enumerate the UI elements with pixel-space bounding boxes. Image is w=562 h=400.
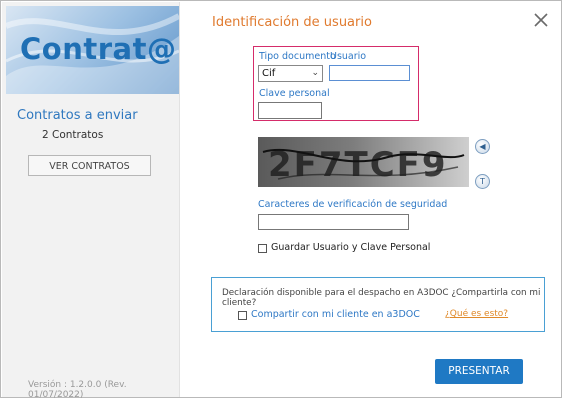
help-link[interactable]: ¿Qué es esto? [445,309,508,319]
captcha-image: 2F7TCF9 [258,137,469,187]
contracts-title: Contratos a enviar [17,108,138,123]
remember-label: Guardar Usuario y Clave Personal [271,242,431,253]
speaker-icon[interactable]: ◀ [475,139,490,154]
tipo-documento-select[interactable]: Cif ⌄ [258,65,323,82]
declaration-text: Declaración disponible para el despacho … [222,288,541,308]
usuario-label: Usuario [330,51,367,62]
clave-personal-label: Clave personal [259,88,330,99]
security-code-input[interactable] [258,214,409,230]
share-checkbox[interactable] [238,311,247,320]
dialog-window: Contrat@ Contratos a enviar 2 Contratos … [0,0,562,400]
contracts-count: 2 Contratos [42,129,104,141]
view-contracts-button[interactable]: VER CONTRATOS [28,155,151,176]
version-label: Versión : 1.2.0.0 (Rev. 01/07/2022) [28,380,127,400]
dialog-title: Identificación de usuario [212,15,372,30]
clave-personal-input[interactable] [258,102,322,119]
chevron-down-icon: ⌄ [311,68,319,78]
refresh-icon[interactable]: T [475,174,490,189]
sidebar: Contrat@ Contratos a enviar 2 Contratos … [2,2,180,400]
remember-checkbox[interactable] [258,244,267,253]
tipo-documento-label: Tipo documento [259,51,336,62]
presentar-button[interactable]: PRESENTAR [435,359,523,384]
tipo-documento-value: Cif [262,68,276,79]
share-label: Compartir con mi cliente en a3DOC [251,309,420,320]
usuario-input[interactable] [329,65,410,81]
close-icon[interactable] [534,12,548,31]
app-logo: Contrat@ [6,6,179,94]
security-code-label: Caracteres de verificación de seguridad [258,199,448,210]
logo-text: Contrat@ [20,32,177,66]
